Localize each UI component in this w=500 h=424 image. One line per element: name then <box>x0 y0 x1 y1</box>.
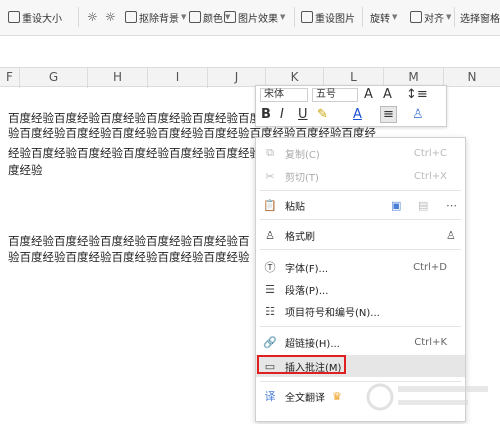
paste-keep-format-icon[interactable]: ▣ <box>391 199 401 212</box>
font-name-select[interactable]: 宋体 <box>260 88 308 102</box>
menu-separator <box>260 219 461 220</box>
resize-icon <box>8 11 20 23</box>
line-spacing-icon[interactable]: ↕≡ <box>406 87 428 102</box>
picture-effects-icon <box>224 11 236 23</box>
paragraph-icon: ☰ <box>265 282 275 296</box>
chevron-down-icon: ▼ <box>181 13 187 21</box>
menu-item-hyperlink[interactable]: 🔗 超链接(H)... Ctrl+K <box>256 331 465 353</box>
column-header-cell[interactable]: H <box>88 68 148 88</box>
crown-icon: ♛ <box>332 389 342 403</box>
menu-item-copy[interactable]: ⧉ 复制(C) Ctrl+C <box>256 142 465 164</box>
menu-item-font[interactable]: Ⓣ 字体(F)... Ctrl+D <box>256 256 465 278</box>
menu-separator <box>260 190 461 191</box>
paragraph-line: 验百度经验百度经验百度经验百度经验百度经验 <box>8 250 250 264</box>
underline-icon[interactable]: U <box>298 107 308 122</box>
brightness-up-icon: ☼ <box>87 10 98 24</box>
column-header: F G H I J K L M N <box>0 67 500 88</box>
more-options-icon[interactable]: ⋯ <box>446 199 457 212</box>
bullet-list-icon: ☷ <box>265 304 275 318</box>
paragraph-line: 度经验 <box>8 163 43 177</box>
chevron-down-icon: ▼ <box>446 13 452 21</box>
font-size-select[interactable]: 五号 <box>312 88 358 102</box>
paragraph-line: 百度经验百度经验百度经验百度经验百度经验百 <box>8 234 250 248</box>
toolbar-separator <box>362 7 363 27</box>
toolbar-separator <box>78 7 79 27</box>
menu-item-paste[interactable]: 📋 粘贴 ▣ ▤ ⋯ <box>256 194 465 216</box>
mini-format-toolbar: 宋体 五号 A A ↕≡ B I U ✎ A ≡ ♙ <box>255 85 447 127</box>
menu-separator <box>260 249 461 250</box>
pin-format-painter-icon[interactable]: ♙ <box>446 229 456 242</box>
column-header-cell[interactable]: G <box>20 68 88 88</box>
menu-separator <box>260 326 461 327</box>
clipboard-icon: 📋 <box>263 198 277 212</box>
shrink-font-icon[interactable]: A <box>383 87 392 102</box>
rotate-button[interactable]: 旋转 ▼ <box>370 9 397 25</box>
menu-item-numbering[interactable]: ☷ 项目符号和编号(N)... <box>256 300 465 322</box>
picture-effects-button[interactable]: 图片效果 ▼ <box>224 9 285 25</box>
toolbar-separator <box>294 7 295 27</box>
formula-area <box>0 37 500 67</box>
format-painter-mini-icon[interactable]: ♙ <box>412 107 424 122</box>
menu-item-format-painter[interactable]: ♙ 格式刷 ♙ <box>256 224 465 246</box>
remove-background-icon <box>125 11 137 23</box>
menu-item-paragraph[interactable]: ☰ 段落(P)... <box>256 278 465 300</box>
picture-toolbar: 重设大小 ☼ ☼ 抠除背景 ▼ 颜色 ▼ 图片效果 ▼ 重设图片 旋转 ▼ 对齐 ▼ 选择… <box>0 0 500 36</box>
menu-item-cut[interactable]: ✂ 剪切(T) Ctrl+X <box>256 165 465 187</box>
font-color-icon[interactable]: A <box>353 107 362 122</box>
remove-background-button[interactable]: 抠除背景 ▼ <box>125 9 186 25</box>
translate-icon: 译 <box>264 390 276 403</box>
highlight-icon[interactable]: ✎ <box>317 107 328 122</box>
font-dialog-icon: Ⓣ <box>264 261 276 274</box>
italic-icon[interactable]: I <box>280 107 284 122</box>
highlight-box <box>257 355 346 374</box>
scissors-icon: ✂ <box>265 169 275 183</box>
format-painter-icon: ♙ <box>265 228 275 242</box>
brightness-up-button[interactable]: ☼ <box>87 9 98 25</box>
brightness-down-button[interactable]: ☼ <box>105 9 116 25</box>
align-icon <box>410 11 422 23</box>
watermark-logo <box>366 383 488 411</box>
link-icon: 🔗 <box>263 335 277 349</box>
paragraph-line: 百度经验百度经验百度经验百度经验百度经验百度经验百 <box>8 111 296 125</box>
chevron-down-icon: ▼ <box>392 13 398 21</box>
column-header-cell[interactable]: N <box>444 68 500 88</box>
bold-icon[interactable]: B <box>261 107 271 122</box>
align-button[interactable]: 对齐 ▼ <box>410 9 451 25</box>
select-pane-button[interactable]: 选择窗格 <box>460 9 500 25</box>
reset-picture-icon <box>301 11 313 23</box>
column-header-cell[interactable]: F <box>0 68 20 88</box>
toolbar-separator <box>454 7 455 27</box>
copy-icon: ⧉ <box>266 146 274 159</box>
align-text-icon[interactable]: ≡ <box>380 106 397 123</box>
chevron-down-icon: ▼ <box>280 13 286 21</box>
paste-text-only-icon[interactable]: ▤ <box>418 199 428 212</box>
color-icon <box>189 11 201 23</box>
column-header-cell[interactable]: I <box>148 68 208 88</box>
grow-font-icon[interactable]: A <box>364 87 373 102</box>
reset-size-button[interactable]: 重设大小 <box>8 9 62 25</box>
reset-picture-button[interactable]: 重设图片 <box>301 9 355 25</box>
brightness-down-icon: ☼ <box>105 10 116 24</box>
